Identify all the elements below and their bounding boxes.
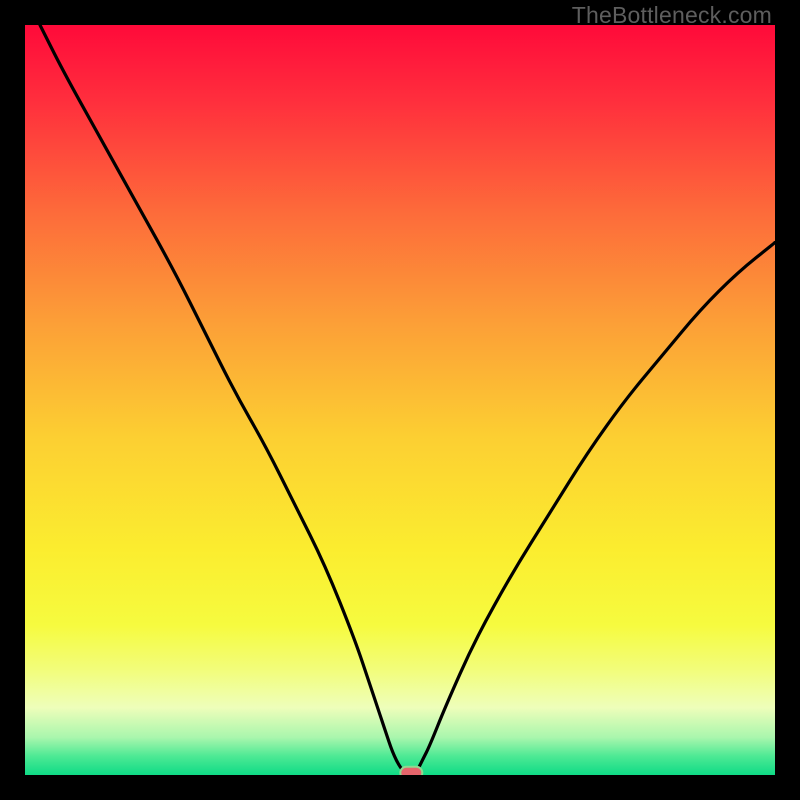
- plot-area: [25, 25, 775, 775]
- chart-frame: TheBottleneck.com: [0, 0, 800, 800]
- gradient-background: [25, 25, 775, 775]
- optimum-marker: [400, 767, 422, 775]
- bottleneck-chart: [25, 25, 775, 775]
